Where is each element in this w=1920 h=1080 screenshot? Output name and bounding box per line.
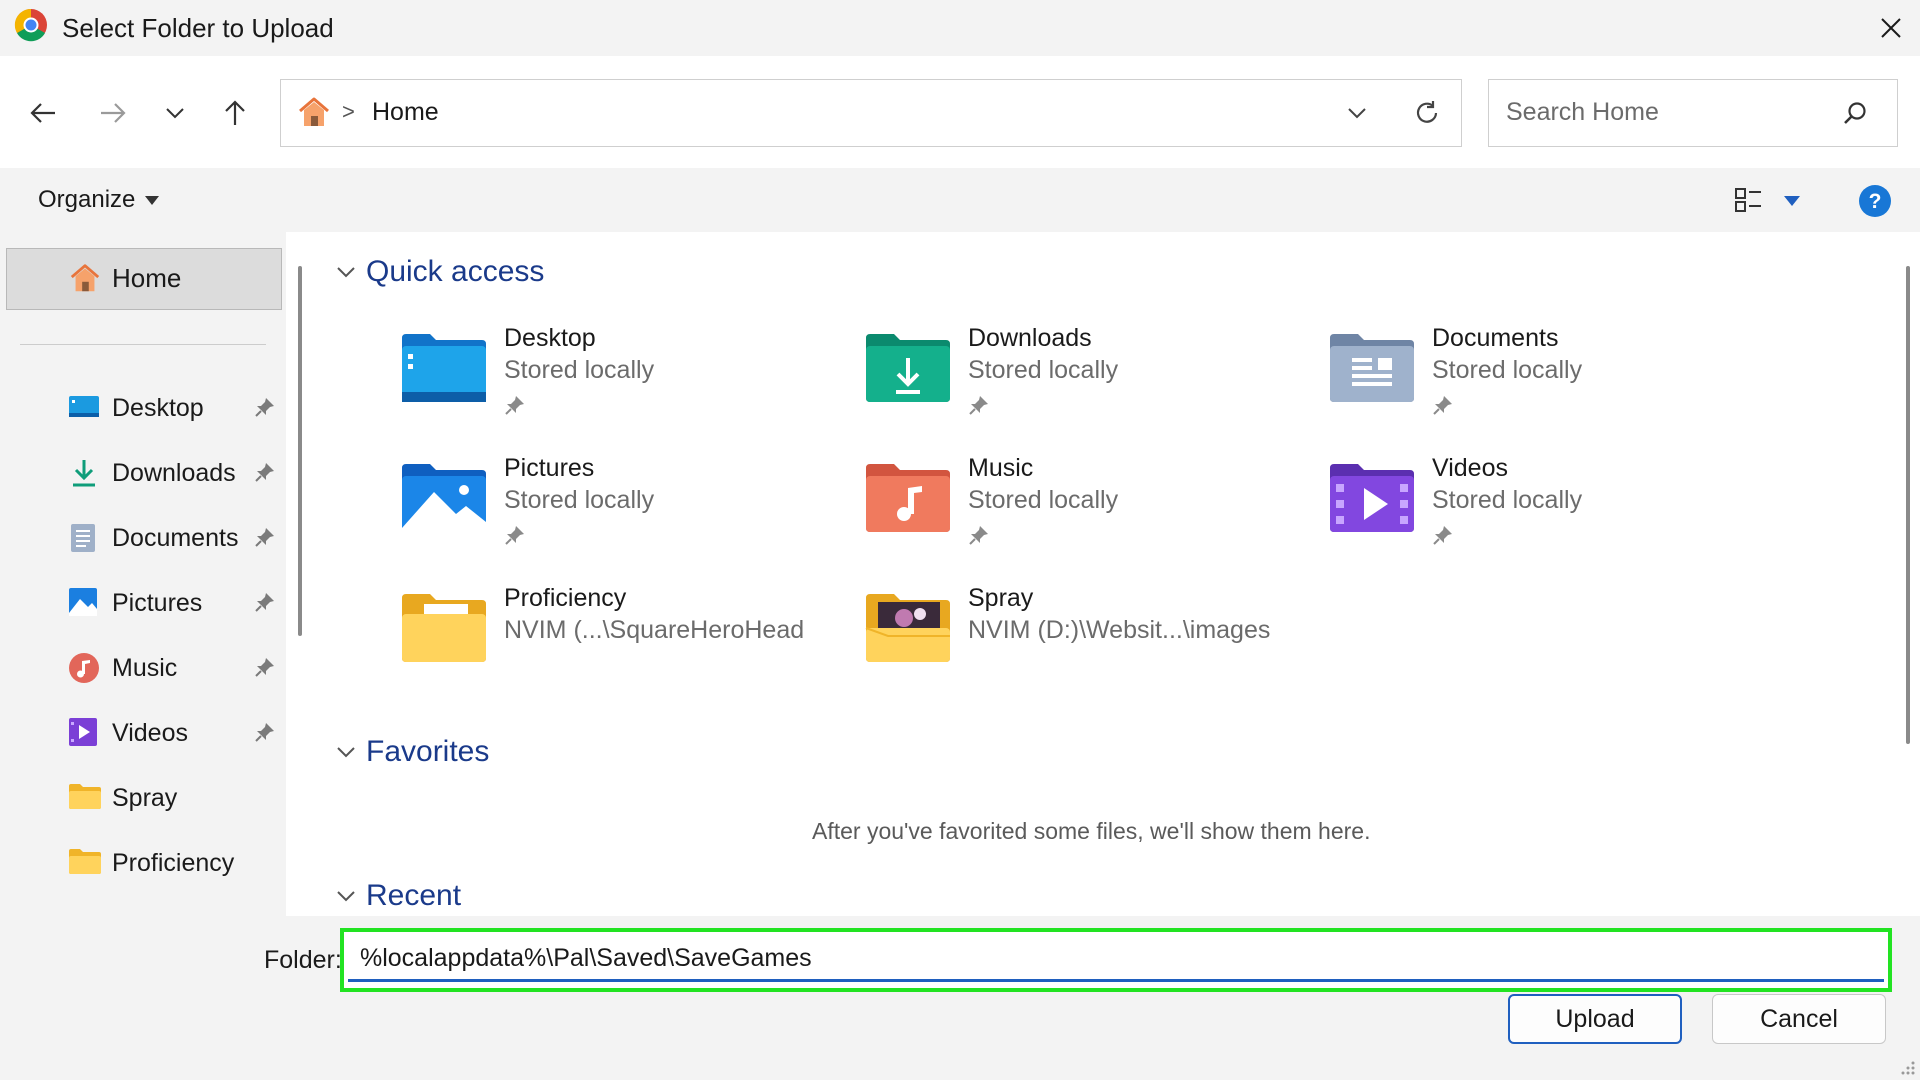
home-icon — [68, 262, 102, 294]
folder-input-focus-underline — [348, 979, 1884, 982]
quick-access-music[interactable]: Music Stored locally — [864, 452, 1304, 562]
pin-icon — [254, 656, 276, 678]
back-button[interactable] — [18, 88, 68, 138]
pin-icon — [968, 524, 990, 546]
arrow-right-icon — [101, 103, 126, 123]
address-bar[interactable] — [280, 79, 1462, 147]
folder-icon — [68, 782, 102, 810]
chevron-down-icon — [1348, 108, 1366, 119]
sidebar-item-videos[interactable]: Videos — [0, 705, 286, 761]
music-folder-icon — [864, 462, 952, 534]
quick-access-pictures[interactable]: Pictures Stored locally — [400, 452, 840, 562]
folder-label: Folder: — [264, 946, 342, 974]
quick-access-proficiency[interactable]: Proficiency NVIM (...\SquareHeroHead — [400, 582, 840, 692]
search-icon[interactable] — [1842, 100, 1868, 126]
view-icon — [1735, 188, 1761, 212]
pin-icon — [1432, 524, 1454, 546]
downloads-folder-icon — [864, 332, 952, 404]
chevron-down-icon — [166, 108, 184, 119]
pin-icon — [254, 396, 276, 418]
arrow-up-icon — [225, 100, 245, 125]
desktop-folder-icon — [400, 332, 488, 404]
pictures-icon — [68, 587, 98, 617]
sidebar-divider — [20, 344, 266, 345]
videos-icon — [68, 717, 98, 747]
command-bar — [0, 168, 1920, 232]
folder-input[interactable] — [360, 940, 1860, 976]
pictures-folder-icon — [400, 462, 488, 534]
quick-access-documents[interactable]: Documents Stored locally — [1328, 322, 1768, 432]
caret-down-icon — [145, 195, 160, 205]
quick-access-videos[interactable]: Videos Stored locally — [1328, 452, 1768, 562]
refresh-button[interactable] — [1402, 88, 1452, 138]
search-input[interactable]: Search Home — [1506, 96, 1659, 128]
recent-locations-button[interactable] — [150, 88, 200, 138]
sidebar-item-proficiency[interactable]: Proficiency — [0, 835, 286, 891]
quick-access-header[interactable]: Quick access — [336, 254, 544, 290]
sidebar-home-label: Home — [112, 263, 182, 293]
chevron-down-icon — [337, 891, 355, 902]
quick-access-spray[interactable]: Spray NVIM (D:)\Websit...\images — [864, 582, 1304, 692]
view-options-button[interactable] — [1734, 186, 1764, 214]
favorites-empty-message: After you've favorited some files, we'll… — [812, 818, 1371, 844]
sidebar-item-desktop[interactable]: Desktop — [0, 380, 286, 436]
pin-icon — [254, 461, 276, 483]
breadcrumb-separator: > — [342, 99, 355, 124]
window-title: Select Folder to Upload — [62, 13, 334, 43]
forward-button[interactable] — [88, 88, 138, 138]
recent-header[interactable]: Recent — [336, 878, 461, 914]
pin-icon — [1432, 394, 1454, 416]
svg-text:?: ? — [1869, 190, 1882, 213]
pin-icon — [254, 591, 276, 613]
help-button[interactable]: ? — [1858, 184, 1892, 218]
pin-icon — [504, 394, 526, 416]
folder-icon — [400, 592, 488, 664]
chrome-icon — [14, 8, 48, 42]
arrow-left-icon — [30, 103, 55, 123]
caret-down-icon — [1784, 196, 1800, 206]
close-button[interactable] — [1862, 6, 1920, 50]
organize-menu-button[interactable]: Organize — [38, 184, 160, 216]
breadcrumb-home[interactable]: Home — [372, 96, 439, 128]
chevron-down-icon — [337, 267, 355, 278]
up-button[interactable] — [210, 88, 260, 138]
favorites-header[interactable]: Favorites — [336, 734, 489, 770]
videos-folder-icon — [1328, 462, 1416, 534]
sidebar-scrollbar[interactable] — [298, 266, 302, 636]
resize-grip-icon[interactable] — [1900, 1060, 1916, 1076]
pin-icon — [254, 526, 276, 548]
documents-icon — [68, 522, 98, 554]
organize-label: Organize — [38, 186, 136, 213]
sidebar-item-downloads[interactable]: Downloads — [0, 445, 286, 501]
view-dropdown-button[interactable] — [1784, 196, 1800, 206]
home-icon — [296, 96, 332, 128]
folder-icon — [68, 847, 102, 875]
image-folder-icon — [864, 592, 952, 664]
content-scrollbar[interactable] — [1906, 266, 1910, 744]
sidebar-item-music[interactable]: Music — [0, 640, 286, 696]
address-dropdown-button[interactable] — [1332, 88, 1382, 138]
documents-folder-icon — [1328, 332, 1416, 404]
refresh-icon — [1416, 101, 1438, 123]
sidebar-item-spray[interactable]: Spray — [0, 770, 286, 826]
pin-icon — [254, 721, 276, 743]
pin-icon — [968, 394, 990, 416]
music-icon — [68, 652, 100, 684]
close-icon — [1881, 18, 1901, 38]
quick-access-desktop[interactable]: Desktop Stored locally — [400, 322, 840, 432]
sidebar-item-pictures[interactable]: Pictures — [0, 575, 286, 631]
desktop-icon — [68, 392, 100, 422]
help-icon: ? — [1859, 185, 1891, 217]
chevron-down-icon — [337, 747, 355, 758]
downloads-icon — [68, 457, 100, 489]
quick-access-downloads[interactable]: Downloads Stored locally — [864, 322, 1304, 432]
upload-button[interactable]: Upload — [1508, 994, 1682, 1044]
sidebar-item-documents[interactable]: Documents — [0, 510, 286, 566]
pin-icon — [504, 524, 526, 546]
cancel-button[interactable]: Cancel — [1712, 994, 1886, 1044]
